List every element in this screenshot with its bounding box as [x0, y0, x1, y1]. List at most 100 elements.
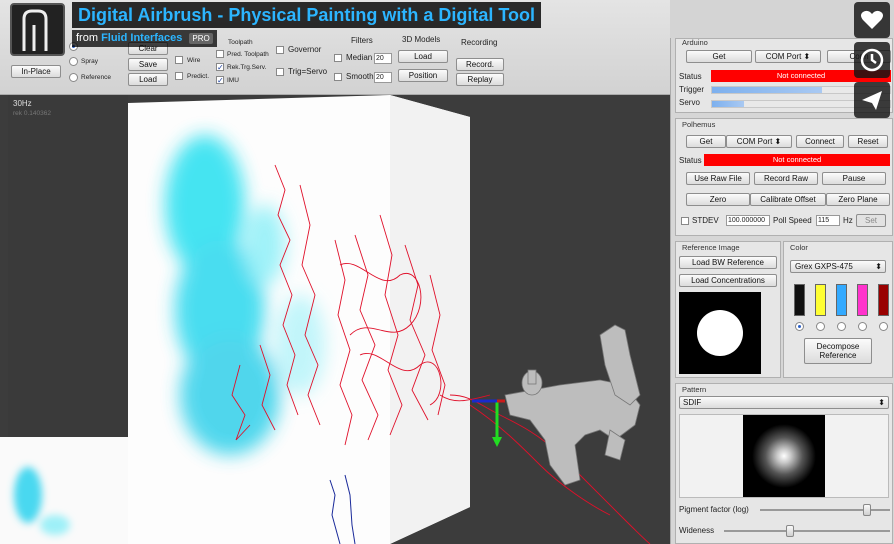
trigger-bar-fill: [712, 87, 823, 93]
color-swatch-radio[interactable]: [858, 322, 867, 331]
stdev-checkbox[interactable]: [681, 217, 689, 225]
zero-button[interactable]: Zero: [686, 193, 750, 206]
load-button[interactable]: Load: [128, 73, 168, 86]
reference-circle: [697, 310, 743, 356]
reference-title: Reference Image: [682, 243, 740, 252]
polhemus-group: Polhemus Get COM Port ⬍ Connect Reset St…: [675, 118, 893, 236]
video-title[interactable]: Digital Airbrush - Physical Painting wit…: [72, 2, 542, 28]
pattern-title: Pattern: [682, 385, 707, 394]
arduino-com-port-select[interactable]: COM Port ⬍: [755, 50, 821, 63]
arduino-get-button[interactable]: Get: [686, 50, 752, 63]
video-byline: from Fluid Interfaces PRO: [72, 30, 217, 47]
recording-label: Recording: [461, 38, 498, 47]
color-swatch[interactable]: [794, 284, 805, 316]
poll-set-button[interactable]: Set: [856, 214, 886, 227]
replay-button[interactable]: Replay: [456, 73, 504, 86]
color-group: Color Grex GXPS-475 ⬍ Decompose Reference: [783, 241, 893, 378]
chevron-down-icon: ⬍: [875, 262, 882, 271]
rek-trg-serv-label: Rek.Trg.Serv.: [227, 64, 267, 71]
chevron-down-icon: ⬍: [774, 137, 782, 146]
radio-reference[interactable]: [69, 73, 78, 82]
poll-speed-label: Poll Speed: [773, 216, 812, 225]
governor-label: Governor: [288, 45, 322, 54]
filters-label: Filters: [351, 36, 373, 45]
pigment-factor-label: Pigment factor (log): [679, 505, 749, 514]
chevron-down-icon: ⬍: [803, 52, 811, 61]
polhemus-connect-button[interactable]: Connect: [796, 135, 844, 148]
pause-button[interactable]: Pause: [822, 172, 886, 185]
radio-spray[interactable]: [69, 57, 78, 66]
color-swatch-radio[interactable]: [879, 322, 888, 331]
save-button[interactable]: Save: [128, 58, 168, 71]
load-concentrations-button[interactable]: Load Concentrations: [679, 274, 777, 287]
trig-servo-checkbox[interactable]: [276, 68, 284, 76]
pro-badge: PRO: [189, 32, 213, 44]
color-swatch-radio[interactable]: [816, 322, 825, 331]
zero-plane-button[interactable]: Zero Plane: [826, 193, 890, 206]
decompose-reference-button[interactable]: Decompose Reference: [804, 338, 872, 364]
airbrush-app: In-Place Spray Reference Clear Save Load…: [0, 0, 894, 544]
median-input[interactable]: 20: [374, 53, 392, 64]
load-bw-reference-button[interactable]: Load BW Reference: [679, 256, 777, 269]
governor-checkbox[interactable]: [276, 46, 284, 54]
models-position-button[interactable]: Position: [398, 69, 448, 82]
rek-trg-serv-checkbox[interactable]: ✓: [216, 63, 224, 72]
toolpath-label: Toolpath: [228, 39, 253, 46]
color-swatch[interactable]: [815, 284, 826, 316]
preview-spray: [14, 467, 70, 535]
pred-toolpath-checkbox[interactable]: [216, 50, 224, 58]
median-checkbox[interactable]: [334, 54, 342, 62]
poll-speed-input[interactable]: 115: [816, 215, 840, 226]
in-place-button[interactable]: In-Place: [11, 65, 61, 78]
calibrate-offset-button[interactable]: Calibrate Offset: [750, 193, 826, 206]
use-raw-file-button[interactable]: Use Raw File: [686, 172, 750, 185]
smooth-input[interactable]: 20: [374, 72, 392, 83]
reference-group: Reference Image Load BW Reference Load C…: [675, 241, 781, 378]
arduino-com-port-label: COM Port: [765, 52, 802, 61]
pigment-slider-thumb[interactable]: [863, 504, 872, 516]
watch-later-button[interactable]: [854, 42, 890, 78]
pattern-select[interactable]: SDIF ⬍: [679, 396, 889, 409]
record-raw-button[interactable]: Record Raw: [754, 172, 818, 185]
reference-preview: [679, 292, 761, 374]
polhemus-com-port-label: COM Port: [736, 137, 773, 146]
channel-logo[interactable]: [10, 3, 65, 56]
wideness-label: Wideness: [679, 526, 715, 535]
color-swatch-radio[interactable]: [795, 322, 804, 331]
predict-label: Predict.: [187, 73, 210, 80]
pattern-group: Pattern SDIF ⬍ Pigment factor (log) Widen…: [675, 383, 893, 544]
polhemus-title: Polhemus: [682, 120, 716, 129]
wideness-slider-thumb[interactable]: [785, 525, 794, 537]
polhemus-status-label: Status: [679, 156, 702, 165]
imu-checkbox[interactable]: ✓: [216, 76, 224, 85]
record-button[interactable]: Record.: [456, 58, 504, 71]
smooth-checkbox[interactable]: [334, 73, 342, 81]
wire-checkbox[interactable]: [175, 56, 183, 64]
imu-label: IMU: [227, 77, 239, 84]
polhemus-com-port-select[interactable]: COM Port ⬍: [726, 135, 792, 148]
polhemus-get-button[interactable]: Get: [686, 135, 726, 148]
color-swatch-radio[interactable]: [837, 322, 846, 331]
channel-link[interactable]: Fluid Interfaces: [101, 32, 182, 44]
wideness-slider-track[interactable]: [724, 530, 890, 532]
like-button[interactable]: [854, 2, 890, 38]
models-load-button[interactable]: Load: [398, 50, 448, 63]
color-preset-select[interactable]: Grex GXPS-475 ⬍: [790, 260, 886, 273]
polhemus-reset-button[interactable]: Reset: [848, 135, 888, 148]
canvas-side: [390, 95, 470, 544]
arduino-status-label: Status: [679, 72, 702, 81]
color-swatch[interactable]: [836, 284, 847, 316]
3d-viewport[interactable]: 30Hz rek 0.140362: [0, 95, 670, 544]
hz-label: Hz: [843, 216, 853, 225]
share-button[interactable]: [854, 82, 890, 118]
color-swatch[interactable]: [857, 284, 868, 316]
wire-label: Wire: [187, 57, 201, 64]
airbrush-model: [504, 324, 641, 486]
servo-bar-fill: [712, 101, 745, 107]
servo-label: Servo: [679, 98, 700, 107]
smooth-label: Smooth: [346, 72, 374, 81]
stdev-input[interactable]: 100.000000: [726, 215, 770, 226]
color-swatch[interactable]: [878, 284, 889, 316]
byline-prefix: from: [76, 32, 98, 44]
predict-checkbox[interactable]: [175, 72, 183, 80]
